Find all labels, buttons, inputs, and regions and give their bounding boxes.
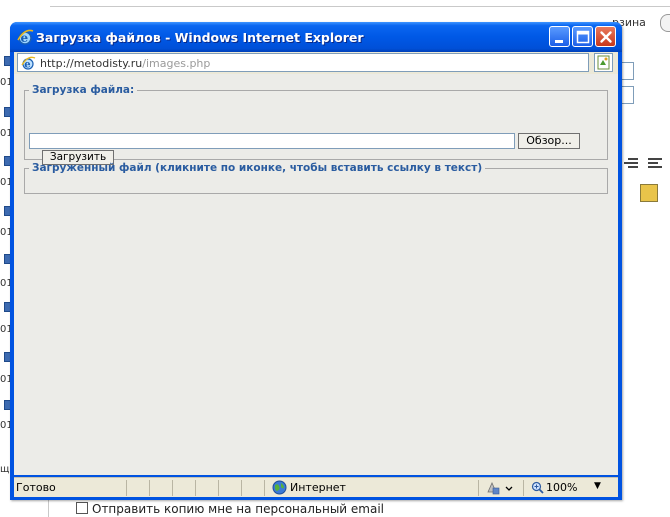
browse-button[interactable]: Обзор... xyxy=(518,133,580,149)
status-text: Готово xyxy=(16,481,56,494)
status-separator xyxy=(478,480,479,496)
ie-logo-icon: e xyxy=(17,29,34,45)
title-bar[interactable]: e Загрузка файлов - Windows Internet Exp… xyxy=(10,22,622,52)
minimize-icon xyxy=(555,40,563,43)
upload-legend: Загрузка файла: xyxy=(32,84,135,96)
protected-mode-icon[interactable] xyxy=(484,480,516,496)
background-text-fragment: щ xyxy=(0,464,10,475)
background-cart-button[interactable] xyxy=(660,14,670,32)
address-path: /images.php xyxy=(142,57,211,70)
security-zone[interactable]: Интернет xyxy=(290,481,346,494)
address-bar[interactable]: e http://metodisty.ru/images.php xyxy=(17,53,589,72)
zoom-icon xyxy=(531,481,544,494)
background-input[interactable] xyxy=(620,86,634,104)
address-url[interactable]: http://metodisty.ru/images.php xyxy=(40,57,210,70)
zoom-level[interactable]: 100% xyxy=(546,481,577,494)
address-bar-row: e http://metodisty.ru/images.php xyxy=(14,52,618,74)
status-separator xyxy=(218,480,219,496)
go-button[interactable] xyxy=(594,53,613,72)
status-separator xyxy=(241,480,242,496)
status-separator xyxy=(195,480,196,496)
go-icon xyxy=(597,55,610,70)
window-title: Загрузка файлов - Windows Internet Explo… xyxy=(36,30,364,45)
maximize-button[interactable] xyxy=(572,26,593,47)
status-bar: Готово Интернет 100% ▼ xyxy=(14,477,618,497)
status-separator xyxy=(126,480,127,496)
justify-icon[interactable] xyxy=(648,158,662,172)
image-insert-icon[interactable] xyxy=(640,184,658,202)
uploaded-legend: Загруженный файл (кликните по иконке, чт… xyxy=(32,162,483,174)
page-content: Загрузка файла: Обзор... Загрузить Загру… xyxy=(14,74,618,475)
globe-icon xyxy=(272,480,287,495)
minimize-button[interactable] xyxy=(549,26,570,47)
background-input[interactable] xyxy=(620,62,634,80)
status-separator xyxy=(264,480,265,496)
dropdown-arrow-icon[interactable]: ▼ xyxy=(594,481,601,491)
close-icon xyxy=(600,31,612,43)
uploaded-files-fieldset: Загруженный файл (кликните по иконке, чт… xyxy=(24,162,608,194)
maximize-icon xyxy=(576,30,590,44)
align-right-icon[interactable] xyxy=(624,158,638,172)
file-path-input[interactable] xyxy=(29,133,515,149)
copy-email-checkbox[interactable] xyxy=(76,502,88,514)
copy-email-label[interactable]: Отправить копию мне на персональный emai… xyxy=(92,502,384,516)
address-domain: http://metodisty.ru xyxy=(40,57,143,70)
page-icon: e xyxy=(21,56,36,71)
popup-window: e Загрузка файлов - Windows Internet Exp… xyxy=(10,22,622,500)
close-button[interactable] xyxy=(595,26,616,47)
status-separator xyxy=(149,480,150,496)
status-separator xyxy=(523,480,524,496)
status-separator xyxy=(172,480,173,496)
